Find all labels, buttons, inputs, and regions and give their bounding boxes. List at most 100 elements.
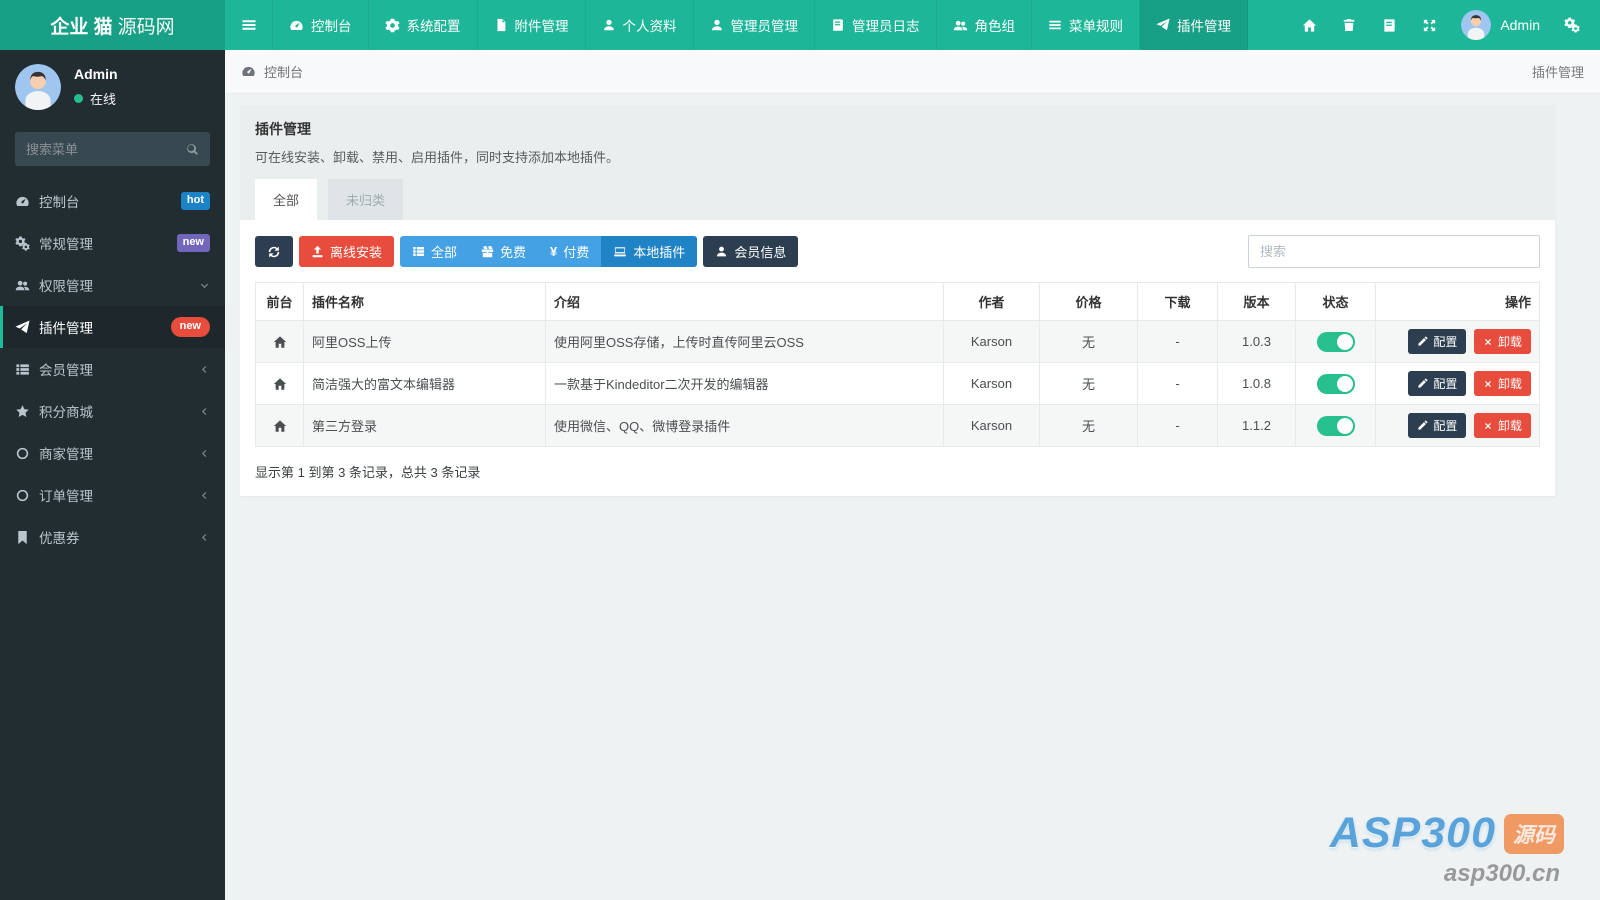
author-cell: Karson xyxy=(943,320,1040,363)
offline-install-button[interactable]: 离线安装 xyxy=(299,236,395,267)
filter-free-button[interactable]: 免费 xyxy=(469,236,539,267)
plugin-table: 前台 插件名称 介绍 作者 价格 下载 版本 状态 操作 阿里OSS上传 使用阿… xyxy=(255,282,1540,447)
frontend-link[interactable] xyxy=(255,320,304,363)
table-search-input[interactable] xyxy=(1248,235,1540,268)
price-cell: 无 xyxy=(1039,404,1138,447)
nav-item-system-config[interactable]: 系统配置 xyxy=(369,0,478,50)
nav-item-menu-rules[interactable]: 菜单规则 xyxy=(1032,0,1140,50)
home-icon xyxy=(1302,18,1317,33)
sidebar-item-plugins[interactable]: 插件管理 new xyxy=(0,306,225,348)
clear-cache-button[interactable] xyxy=(1329,0,1369,50)
sidebar-item-permissions[interactable]: 权限管理 xyxy=(0,264,225,306)
bookmark-icon xyxy=(15,530,39,545)
watermark-brand: ASP300 xyxy=(1329,809,1496,857)
main-content: 控制台 插件管理 插件管理 可在线安装、卸载、禁用、启用插件，同时支持添加本地插… xyxy=(225,50,1600,900)
plugin-name-cell: 阿里OSS上传 xyxy=(303,320,546,363)
configure-button[interactable]: 配置 xyxy=(1408,413,1467,438)
status-toggle[interactable] xyxy=(1316,415,1355,436)
sidebar-user-info: Admin 在线 xyxy=(74,66,118,108)
book-icon xyxy=(831,18,845,32)
sidebar-item-coupons[interactable]: 优惠券 xyxy=(0,516,225,558)
version-cell: 1.0.8 xyxy=(1217,362,1296,405)
sidebar-item-members[interactable]: 会员管理 xyxy=(0,348,225,390)
hot-badge: hot xyxy=(180,192,210,210)
file-icon xyxy=(494,18,508,32)
button-label: 离线安装 xyxy=(330,245,383,260)
sidebar-username: Admin xyxy=(74,66,118,82)
search-icon[interactable] xyxy=(185,142,199,156)
nav-item-admins[interactable]: 管理员管理 xyxy=(694,0,815,50)
top-nav: 控制台 系统配置 附件管理 个人资料 管理员管理 管理员日志 角色组 菜单规则 xyxy=(225,0,1289,50)
docs-button[interactable] xyxy=(1369,0,1409,50)
fullscreen-button[interactable] xyxy=(1409,0,1449,50)
plugin-name-cell: 第三方登录 xyxy=(303,404,546,447)
home-icon xyxy=(264,419,295,433)
avatar xyxy=(1461,10,1492,40)
nav-item-plugins[interactable]: 插件管理 xyxy=(1140,0,1248,50)
tab-all[interactable]: 全部 xyxy=(255,179,318,220)
sidebar-menu: 控制台 hot 常规管理 new 权限管理 插件管理 new 会员管理 积分商城 xyxy=(0,180,225,558)
uninstall-button[interactable]: 卸载 xyxy=(1473,329,1531,354)
menu-search-input[interactable] xyxy=(26,141,185,157)
filter-all-button[interactable]: 全部 xyxy=(400,236,470,267)
list-icon xyxy=(412,245,425,258)
button-label: 卸载 xyxy=(1497,377,1522,391)
panel-body: 离线安装 全部 免费 ¥ 付费 本地插件 会员信息 搜索 前台 插件名称 介绍 … xyxy=(240,220,1555,496)
home-button[interactable] xyxy=(1289,0,1329,50)
sidebar-toggle-button[interactable] xyxy=(225,0,273,50)
app-logo[interactable]: 企业 猫 源码网 xyxy=(0,0,225,50)
settings-button[interactable] xyxy=(1552,0,1592,50)
sidebar-item-points-mall[interactable]: 积分商城 xyxy=(0,390,225,432)
avatar[interactable] xyxy=(15,64,61,110)
member-info-button[interactable]: 会员信息 xyxy=(703,236,799,267)
user-menu[interactable]: Admin xyxy=(1449,10,1552,40)
user-icon xyxy=(710,18,724,32)
menu-icon xyxy=(1048,18,1062,32)
frontend-link[interactable] xyxy=(255,404,304,447)
sidebar-item-orders[interactable]: 订单管理 xyxy=(0,474,225,516)
username: Admin xyxy=(1500,17,1540,33)
uninstall-button[interactable]: 卸载 xyxy=(1473,371,1531,396)
nav-label: 个人资料 xyxy=(622,19,677,34)
pencil-icon xyxy=(1417,378,1428,389)
button-label: 配置 xyxy=(1433,335,1458,349)
sidebar-item-label: 订单管理 xyxy=(39,489,93,504)
gear-icon xyxy=(384,18,400,33)
nav-label: 角色组 xyxy=(974,19,1016,34)
sidebar-item-label: 插件管理 xyxy=(39,321,93,336)
status-toggle[interactable] xyxy=(1316,373,1355,394)
home-icon xyxy=(264,335,295,349)
tab-uncategorized[interactable]: 未归类 xyxy=(328,179,404,220)
list-icon xyxy=(15,362,39,377)
breadcrumb-home-link[interactable]: 控制台 xyxy=(241,62,303,81)
nav-item-attachments[interactable]: 附件管理 xyxy=(478,0,586,50)
filter-paid-button[interactable]: ¥ 付费 xyxy=(538,236,602,267)
plugin-panel: 插件管理 可在线安装、卸载、禁用、启用插件，同时支持添加本地插件。 全部 未归类… xyxy=(240,105,1555,496)
filter-local-button[interactable]: 本地插件 xyxy=(601,236,698,267)
sidebar-item-general[interactable]: 常规管理 new xyxy=(0,222,225,264)
online-status: 在线 xyxy=(74,89,118,108)
configure-button[interactable]: 配置 xyxy=(1408,329,1467,354)
logo-text-light: 源码网 xyxy=(117,16,175,38)
frontend-link[interactable] xyxy=(255,362,304,405)
status-toggle[interactable] xyxy=(1316,331,1355,352)
table-row: 第三方登录 使用微信、QQ、微博登录插件 Karson 无 - 1.1.2 配置… xyxy=(255,404,1540,447)
filter-button-group: 全部 免费 ¥ 付费 本地插件 xyxy=(400,236,698,267)
nav-item-dashboard[interactable]: 控制台 xyxy=(273,0,369,50)
refresh-button[interactable] xyxy=(255,236,293,267)
users-icon xyxy=(15,278,39,293)
nav-item-admin-log[interactable]: 管理员日志 xyxy=(815,0,937,50)
uninstall-button[interactable]: 卸载 xyxy=(1473,413,1531,438)
trash-icon xyxy=(1342,18,1356,32)
nav-item-profile[interactable]: 个人资料 xyxy=(586,0,694,50)
status-dot xyxy=(74,94,83,103)
sidebar-item-dashboard[interactable]: 控制台 hot xyxy=(0,180,225,222)
expand-icon xyxy=(1422,18,1437,33)
times-icon xyxy=(1483,421,1493,431)
home-icon xyxy=(264,377,295,391)
sidebar-item-merchants[interactable]: 商家管理 xyxy=(0,432,225,474)
nav-item-role-group[interactable]: 角色组 xyxy=(937,0,1032,50)
times-icon xyxy=(1483,337,1493,347)
configure-button[interactable]: 配置 xyxy=(1408,371,1467,396)
users-icon xyxy=(953,18,968,33)
